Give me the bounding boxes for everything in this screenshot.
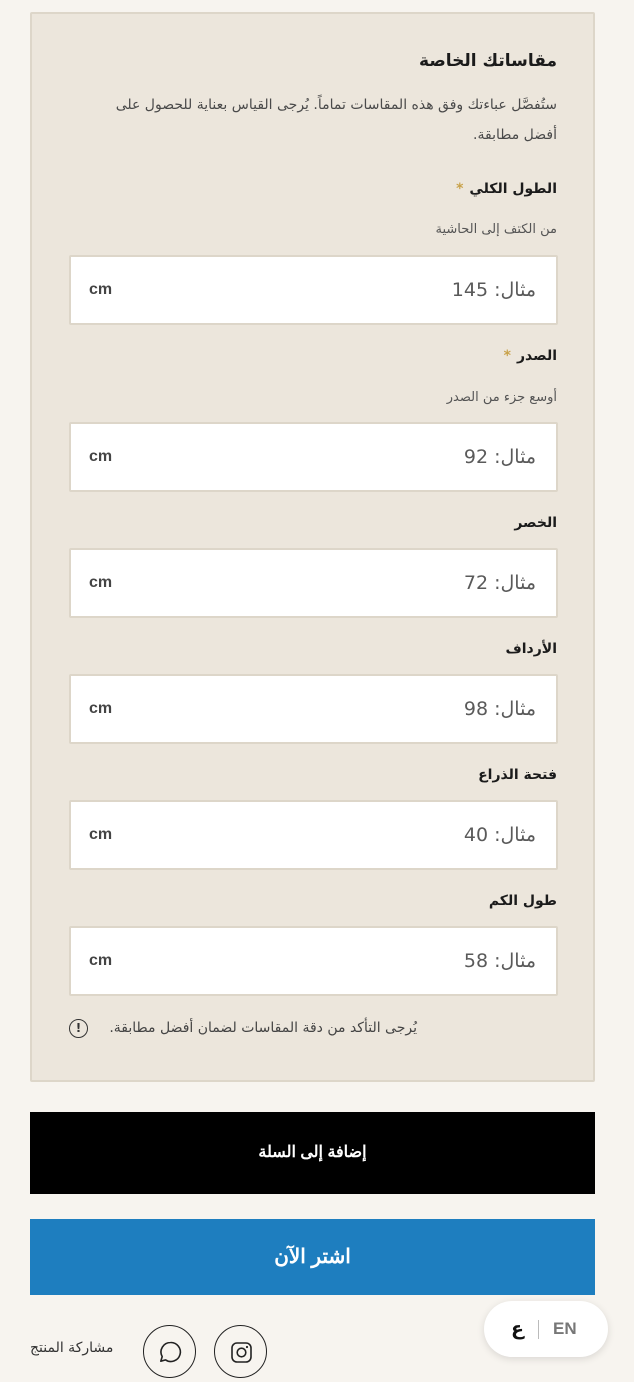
accuracy-note: يُرجى التأكد من دقة المقاسات لضمان أفضل … [109, 1020, 417, 1036]
sleeve-length-input[interactable]: مثال: 58 cm [69, 926, 558, 996]
buy-now-button[interactable]: اشتر الآن [30, 1219, 595, 1295]
total-length-input[interactable]: مثال: 145 cm [69, 255, 558, 325]
waist-input[interactable]: مثال: 72 cm [69, 548, 558, 618]
required-mark: * [456, 181, 464, 197]
label-waist: الخصر [514, 515, 557, 531]
hint-total-length: من الكتف إلى الحاشية [435, 222, 557, 237]
label-armhole: فتحة الذراع [478, 767, 557, 783]
language-switcher[interactable]: EN ع [484, 1301, 608, 1357]
input-placeholder: مثال: 98 [463, 698, 536, 720]
share-product-label: مشاركة المنتج [30, 1340, 114, 1356]
label-sleeve-length: طول الكم [488, 893, 557, 909]
label-chest: الصدر* [503, 348, 557, 364]
instagram-icon [231, 1342, 252, 1363]
unit-label: cm [89, 826, 113, 843]
input-placeholder: مثال: 58 [463, 950, 536, 972]
lang-ar-option[interactable]: ع [511, 1301, 524, 1357]
add-to-cart-button[interactable]: إضافة إلى السلة [30, 1112, 595, 1194]
unit-label: cm [89, 952, 113, 969]
whatsapp-share-button[interactable] [143, 1325, 196, 1378]
input-placeholder: مثال: 40 [463, 824, 536, 846]
input-placeholder: مثال: 145 [451, 279, 536, 301]
whatsapp-icon [160, 1341, 182, 1363]
hips-input[interactable]: مثال: 98 cm [69, 674, 558, 744]
hint-chest: أوسع جزء من الصدر [446, 390, 557, 405]
section-title: مقاساتك الخاصة [419, 51, 557, 71]
input-placeholder: مثال: 92 [463, 446, 536, 468]
input-placeholder: مثال: 72 [463, 572, 536, 594]
unit-label: cm [89, 281, 113, 298]
unit-label: cm [89, 574, 113, 591]
instagram-share-button[interactable] [214, 1325, 267, 1378]
unit-label: cm [89, 448, 113, 465]
label-hips: الأرداف [505, 641, 557, 657]
armhole-input[interactable]: مثال: 40 cm [69, 800, 558, 870]
info-icon: ! [69, 1019, 88, 1038]
label-total-length: الطول الكلي* [456, 181, 557, 197]
lang-divider [538, 1320, 539, 1339]
required-mark: * [503, 348, 511, 364]
chest-input[interactable]: مثال: 92 cm [69, 422, 558, 492]
section-description: ستُفصَّل عباءتك وفق هذه المقاسات تماماً.… [115, 97, 557, 143]
unit-label: cm [89, 700, 113, 717]
lang-en-option[interactable]: EN [553, 1301, 577, 1357]
measurements-panel: مقاساتك الخاصة ستُفصَّل عباءتك وفق هذه ا… [30, 12, 595, 1082]
